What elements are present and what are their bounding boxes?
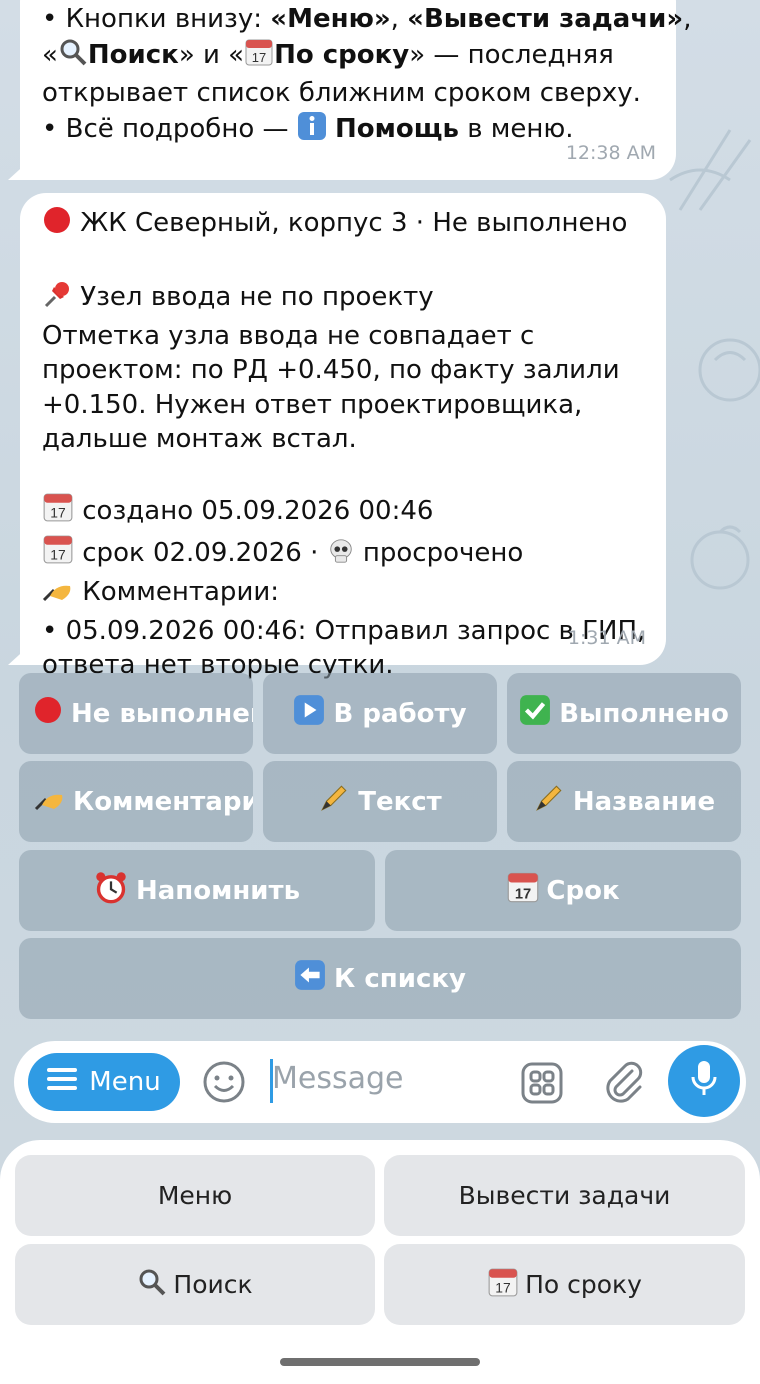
message-line: «Поиск» и «17 По сроку» — последняя — [42, 37, 654, 77]
not-done-button[interactable]: Не выполнено — [19, 673, 253, 754]
emoji-icon[interactable] — [202, 1060, 246, 1108]
home-indicator[interactable] — [280, 1358, 480, 1366]
comment-line: • 05.09.2026 00:46: Отправил запрос в ГИ… — [42, 615, 646, 646]
task-message-bubble: ЖК Северный, корпус 3 · Не выполнено Узе… — [20, 193, 666, 680]
menu-button[interactable]: Menu — [28, 1053, 180, 1111]
doodle-decoration — [698, 338, 760, 402]
search-reply-button[interactable]: Поиск — [15, 1244, 375, 1325]
hamburger-icon — [47, 1067, 78, 1097]
calendar-icon: 17 — [487, 1266, 519, 1304]
writing-hand-icon — [42, 574, 74, 614]
message-time: 1:31 AM — [567, 626, 646, 649]
task-header: ЖК Северный, корпус 3 · Не выполнено — [42, 205, 644, 245]
microphone-icon — [689, 1059, 719, 1103]
red-circle-icon — [42, 205, 72, 245]
voice-record-button[interactable] — [668, 1045, 740, 1117]
magnifier-icon — [58, 37, 88, 77]
by-deadline-reply-button[interactable]: 17 По сроку — [384, 1244, 745, 1325]
magnifier-icon — [137, 1267, 167, 1303]
svg-text:17: 17 — [495, 1279, 511, 1295]
task-created: 17 создано 05.09.2026 00:46 — [42, 491, 644, 533]
pencil-icon — [318, 782, 350, 821]
writing-hand-icon — [33, 783, 67, 820]
task-deadline: 17 срок 02.09.2026 · просрочено — [42, 533, 644, 575]
deadline-button[interactable]: 17 Срок — [385, 850, 741, 931]
message-line: • Кнопки внизу: «Меню», «Вывести задачи»… — [42, 4, 692, 34]
message-input[interactable]: Message — [272, 1061, 403, 1096]
info-icon — [297, 111, 327, 151]
pencil-icon — [533, 782, 565, 821]
task-title: Узел ввода не по проекту — [42, 279, 644, 319]
edit-text-button[interactable]: Текст — [263, 761, 497, 842]
bot-keyboard-icon[interactable] — [520, 1061, 564, 1109]
svg-text:17: 17 — [50, 546, 66, 562]
message-input-bar: Menu Message — [14, 1041, 746, 1123]
left-arrow-icon — [294, 959, 326, 998]
svg-text:17: 17 — [252, 50, 266, 65]
done-button[interactable]: Выполнено — [507, 673, 741, 754]
calendar-icon: 17 — [42, 533, 74, 575]
calendar-icon: 17 — [506, 870, 540, 911]
comments-button[interactable]: Комментарии — [19, 761, 253, 842]
edit-name-button[interactable]: Название — [507, 761, 741, 842]
calendar-icon: 17 — [42, 491, 74, 533]
comments-label: Комментарии: — [42, 574, 644, 614]
alarm-clock-icon — [94, 870, 128, 911]
attach-icon[interactable] — [602, 1059, 646, 1109]
menu-reply-button[interactable]: Меню — [15, 1155, 375, 1236]
in-work-button[interactable]: В работу — [263, 673, 497, 754]
pushpin-icon — [42, 279, 72, 319]
calendar-icon: 17 — [244, 37, 274, 77]
svg-text:17: 17 — [50, 505, 66, 521]
skull-icon — [327, 537, 355, 575]
message-bubble: • Кнопки внизу: «Меню», «Вывести задачи»… — [20, 0, 692, 180]
message-line: открывает список ближним сроком сверху. — [42, 78, 641, 108]
play-icon — [293, 694, 325, 733]
check-mark-icon — [519, 694, 551, 733]
red-circle-icon — [33, 695, 63, 732]
task-description-line: проектом: по РД +0.450, по факту залили — [42, 355, 620, 385]
doodle-decoration — [690, 525, 750, 590]
message-line: • Всё подробно — Помощь в меню. — [42, 111, 654, 151]
task-description-line: +0.150. Нужен ответ проектировщика, — [42, 389, 583, 420]
svg-text:17: 17 — [515, 886, 531, 902]
show-tasks-reply-button[interactable]: Вывести задачи — [384, 1155, 745, 1236]
task-description-line: Отметка узла ввода не совпадает с — [42, 320, 535, 351]
message-time: 12:38 AM — [565, 141, 656, 164]
remind-button[interactable]: Напомнить — [19, 850, 375, 931]
back-to-list-button[interactable]: К списку — [19, 938, 741, 1019]
reply-keyboard-panel: Меню Вывести задачи Поиск 17 По сроку — [0, 1140, 760, 1384]
task-description-line: дальше монтаж встал. — [42, 424, 357, 454]
